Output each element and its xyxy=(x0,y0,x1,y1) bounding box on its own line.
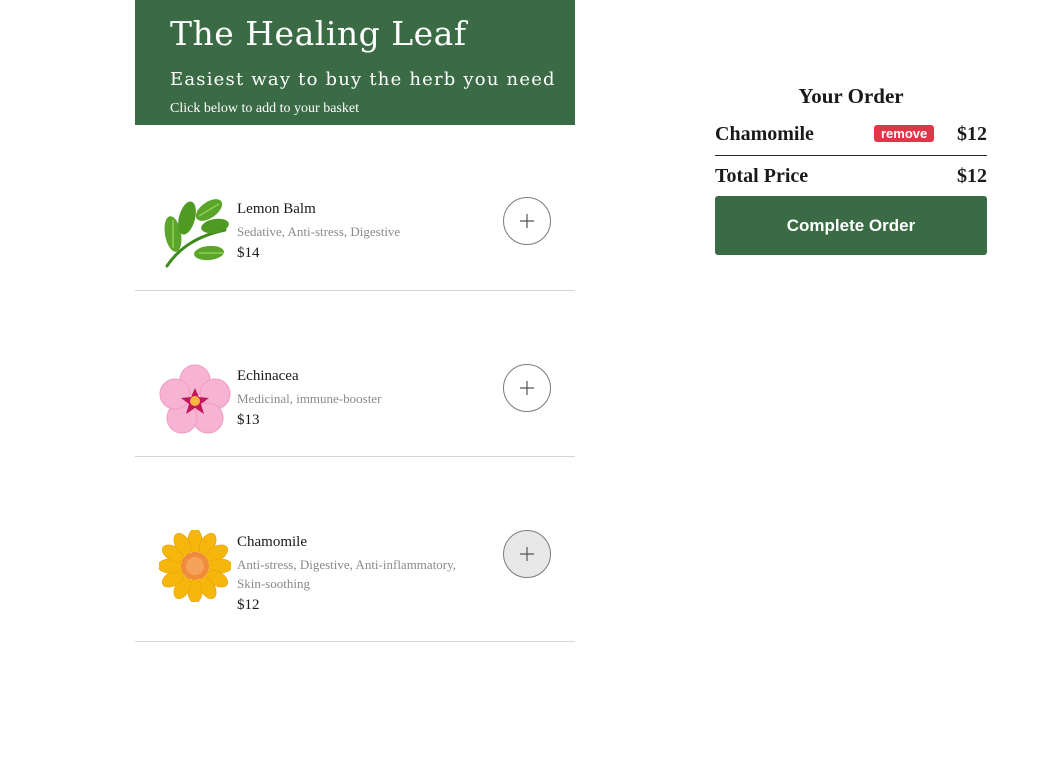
plus-icon xyxy=(520,381,534,395)
item-name: Lemon Balm xyxy=(237,201,316,217)
list-item: Echinacea Medicinal, immune-booster $13 xyxy=(135,291,575,457)
item-price: $12 xyxy=(237,597,260,613)
item-price: $14 xyxy=(237,245,260,261)
plus-icon xyxy=(520,214,534,228)
item-name: Echinacea xyxy=(237,368,299,384)
order-total: Total Price $12 xyxy=(715,156,987,196)
total-label: Total Price xyxy=(715,165,809,187)
item-price: $13 xyxy=(237,412,260,428)
page-subtitle: Easiest way to buy the herb you need xyxy=(170,69,556,90)
add-to-basket-button[interactable] xyxy=(503,197,551,245)
page-title: The Healing Leaf xyxy=(170,14,467,53)
herb-leaves-icon xyxy=(159,196,231,268)
order-line-item: Chamomile remove $12 xyxy=(715,119,987,156)
plus-icon xyxy=(520,547,534,561)
list-item: Chamomile Anti-stress, Digestive, Anti-i… xyxy=(135,457,575,642)
order-heading: Your Order xyxy=(798,84,904,108)
yellow-flower-icon xyxy=(157,528,233,604)
add-to-basket-button[interactable] xyxy=(503,364,551,412)
remove-button[interactable]: remove xyxy=(874,125,935,142)
item-description: Medicinal, immune-booster xyxy=(237,391,382,406)
order-item-name: Chamomile xyxy=(715,123,814,145)
list-item: Lemon Balm Sedative, Anti-stress, Digest… xyxy=(135,125,575,291)
total-price: $12 xyxy=(957,165,987,187)
order-item-price: $12 xyxy=(957,123,987,145)
add-hint: Click below to add to your basket xyxy=(170,101,359,116)
item-name: Chamomile xyxy=(237,534,307,550)
item-description: Sedative, Anti-stress, Digestive xyxy=(237,224,401,239)
site-header: The Healing Leaf Easiest way to buy the … xyxy=(135,0,575,125)
complete-order-button[interactable]: Complete Order xyxy=(715,196,987,255)
herb-menu: Lemon Balm Sedative, Anti-stress, Digest… xyxy=(135,125,575,642)
order-summary: Your Order Chamomile remove $12 Total Pr… xyxy=(715,84,987,255)
pink-blossom-icon xyxy=(159,364,231,436)
item-description: Anti-stress, Digestive, Anti-inflammator… xyxy=(237,557,457,591)
add-to-basket-button[interactable] xyxy=(503,530,551,578)
